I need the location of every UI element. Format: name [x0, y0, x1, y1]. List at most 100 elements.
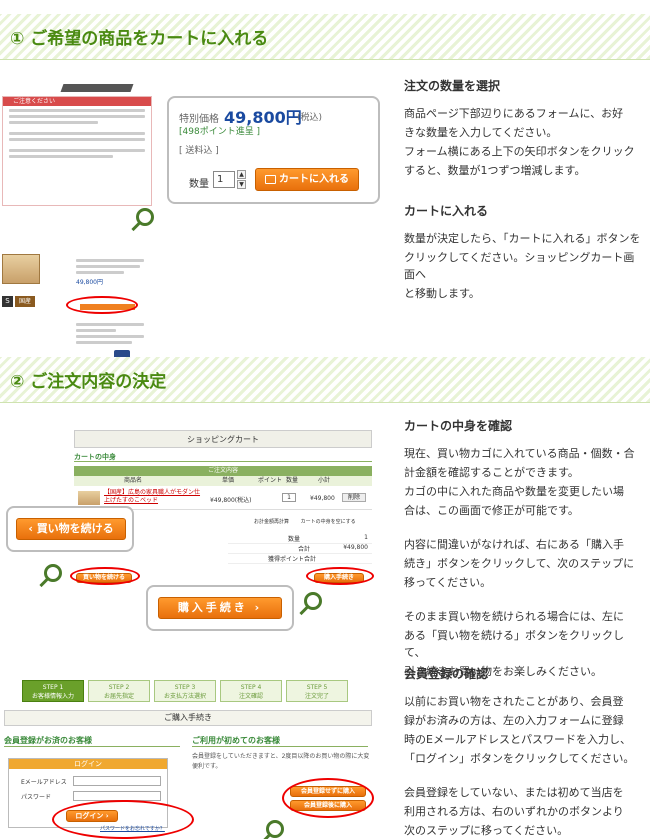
product-thumbnail [2, 254, 40, 284]
section-1-text: 注文の数量を選択 商品ページ下部辺りにあるフォームに、お好 きな数量を入力してく… [404, 78, 644, 304]
arrow-down-icon[interactable]: ▼ [237, 180, 246, 189]
text-line: 商品ページ下部辺りにあるフォームに、お好 [404, 107, 624, 120]
text-line: 録がお済みの方は、左の入力フォームに登録 [404, 714, 624, 727]
highlight-oval [282, 778, 374, 818]
text-line: 合は、この画面で修正が可能です。 [404, 504, 579, 517]
total-label: 数量 [288, 536, 301, 543]
add-to-cart-heading: カートに入れる [404, 204, 489, 218]
text-line: そのまま買い物を続けられる場合には、左に [404, 610, 624, 623]
item-subtotal: ¥49,800 [310, 495, 335, 502]
text-line: きな数量を入力してください。 [404, 126, 558, 139]
quantity-heading: 注文の数量を選択 [404, 79, 501, 93]
arrow-up-icon[interactable]: ▲ [237, 170, 246, 179]
column-header: 単価 [222, 477, 235, 484]
text-line: 現在、買い物カゴに入れている商品・個数・合 [404, 447, 635, 460]
delete-button[interactable]: 削除 [342, 493, 366, 502]
section-1-title: ① ご希望の商品をカートに入れる [10, 29, 269, 49]
item-price: ¥49,800(税込) [210, 497, 252, 504]
item-name[interactable]: 【国産】広島の家具職人がモダン仕上げたすのこベッド [104, 489, 204, 505]
text-line: 計金額を確認することができます。 [404, 466, 579, 479]
recalc-link[interactable]: お計金額再計算 [254, 519, 289, 525]
quantity-input[interactable]: 1 [213, 171, 235, 188]
text-line: 利用される方は、右のいずれかのボタンより [404, 805, 624, 818]
cart-header: ショッピングカート [74, 430, 372, 448]
text-line: クリックしてください。ショッピングカート画面へ [404, 251, 635, 281]
magnifier-icon [136, 208, 154, 226]
cart-icon [265, 174, 276, 184]
highlight-oval [66, 296, 138, 314]
email-field[interactable] [73, 776, 161, 786]
highlight-oval [52, 800, 194, 839]
magnifier-icon [44, 564, 62, 582]
text-line: 以前にお買い物をされたことがあり、会員登 [404, 695, 624, 708]
notice-box: ご注意ください [2, 96, 152, 206]
cart-links: お計金額再計算 カートの中身を空にする [254, 518, 356, 525]
section-1-header: ① ご希望の商品をカートに入れる [0, 14, 650, 60]
text-line: フォーム横にある上下の矢印ボタンをクリック [404, 145, 635, 158]
text-line: 移ってください。 [404, 576, 492, 589]
total-label: 獲得ポイント合計 [268, 556, 317, 563]
purchase-callout: 購入手続き › [146, 585, 294, 631]
quantity-callout: 特別価格 49,800円 (税込) [498ポイント進呈 ] [ 送料込 ] 数… [167, 96, 380, 204]
text-line: と移動します。 [404, 287, 480, 300]
text-line: 次のステップに移ってください。 [404, 824, 569, 837]
mini-price: 49,800円 [76, 279, 103, 286]
column-header: 小計 [318, 477, 331, 484]
cart-totals: 数量 1 合計 ¥49,800 獲得ポイント合計 [228, 534, 372, 564]
item-qty[interactable]: 1 [282, 493, 296, 502]
cart-columns: 商品名 単価 ポイント 数量 小計 [74, 476, 372, 486]
text-line: ある「買い物を続ける」ボタンをクリックして、 [404, 629, 624, 659]
cart-subheader: カートの中身 [74, 452, 372, 462]
purchase-button[interactable]: 購入手続き › [158, 597, 282, 619]
add-to-cart-label: カートに入れる [279, 174, 349, 185]
quantity-stepper[interactable]: ▲ ▼ [237, 170, 246, 189]
tax-note: (税込) [297, 113, 323, 123]
member-column-header: 会員登録がお済のお客様 [4, 735, 180, 747]
section-2-header: ② ご注文内容の決定 [0, 357, 650, 403]
magnifier-icon [266, 820, 284, 838]
highlight-oval [70, 567, 140, 585]
mock-header-bar [60, 84, 134, 92]
column-header: ポイント [258, 477, 283, 484]
cart-table-title: ご注文内容 [74, 466, 372, 476]
purchase-label: 購入手続き [177, 601, 248, 614]
text-line: 数量が決定したら、「カートに入れる」ボタンを [404, 232, 641, 245]
shipping-note: [ 送料込 ] [179, 146, 219, 156]
email-label: Eメールアドレス [21, 779, 67, 786]
empty-cart-link[interactable]: カートの中身を空にする [301, 519, 356, 525]
checkout-steps: STEP 1 お客様情報入力 STEP 2 お届先指定 STEP 3 お支払方法選択 … [22, 680, 350, 702]
step-5: STEP 5 注文完了 [286, 680, 348, 702]
add-to-cart-button[interactable]: カートに入れる [255, 168, 359, 191]
member-text: 会員登録の確認 以前にお買い物をされたことがあり、会員登 録がお済みの方は、左の… [404, 666, 644, 839]
magnifier-icon [304, 592, 322, 610]
notice-label: ご注意ください [3, 97, 151, 106]
total-value: 1 [364, 534, 368, 541]
continue-shopping-callout: ‹ 買い物を続ける [6, 506, 134, 552]
step-1: STEP 1 お客様情報入力 [22, 680, 84, 702]
text-line: カゴの中に入れた商品や数量を変更したい場 [404, 485, 624, 498]
continue-shopping-button[interactable]: ‹ 買い物を続ける [16, 518, 126, 540]
step-2: STEP 2 お届先指定 [88, 680, 150, 702]
price-label: 特別価格 [179, 114, 219, 125]
text-line: 会員登録をしていない、または初めて当店を [404, 786, 624, 799]
highlight-oval [306, 567, 374, 585]
column-header: 商品名 [124, 477, 143, 484]
text-line: 「ログイン」ボタンをクリックしてください。 [404, 752, 635, 765]
section-2-title: ② ご注文内容の決定 [10, 372, 167, 392]
quantity-label: 数量 [189, 179, 209, 190]
new-customer-column-header: ご利用が初めてのお客様 [192, 735, 368, 747]
password-label: パスワード [21, 794, 52, 801]
points-note: [498ポイント進呈 ] [179, 127, 261, 137]
section-2-text: カートの中身を確認 現在、買い物カゴに入れている商品・個数・合 計金額を確認する… [404, 418, 644, 682]
text-line: すると、数量が1つずつ増減します。 [404, 164, 586, 177]
total-label: 合計 [298, 546, 311, 553]
chevron-left-icon: ‹ [28, 522, 37, 535]
login-title: ログイン [9, 759, 167, 769]
new-customer-text: 会員登録をしていただきますと、2度目以降のお買い物の際に大変便利です。 [192, 753, 370, 770]
text-line: 続き」ボタンをクリックして、次のステップに [404, 557, 635, 570]
continue-shopping-label: 買い物を続ける [36, 522, 114, 535]
total-value: ¥49,800 [343, 544, 368, 551]
member-check-heading: 会員登録の確認 [404, 667, 489, 681]
text-line: 内容に間違いがなければ、右にある「購入手 [404, 538, 624, 551]
step-4: STEP 4 注文確認 [220, 680, 282, 702]
